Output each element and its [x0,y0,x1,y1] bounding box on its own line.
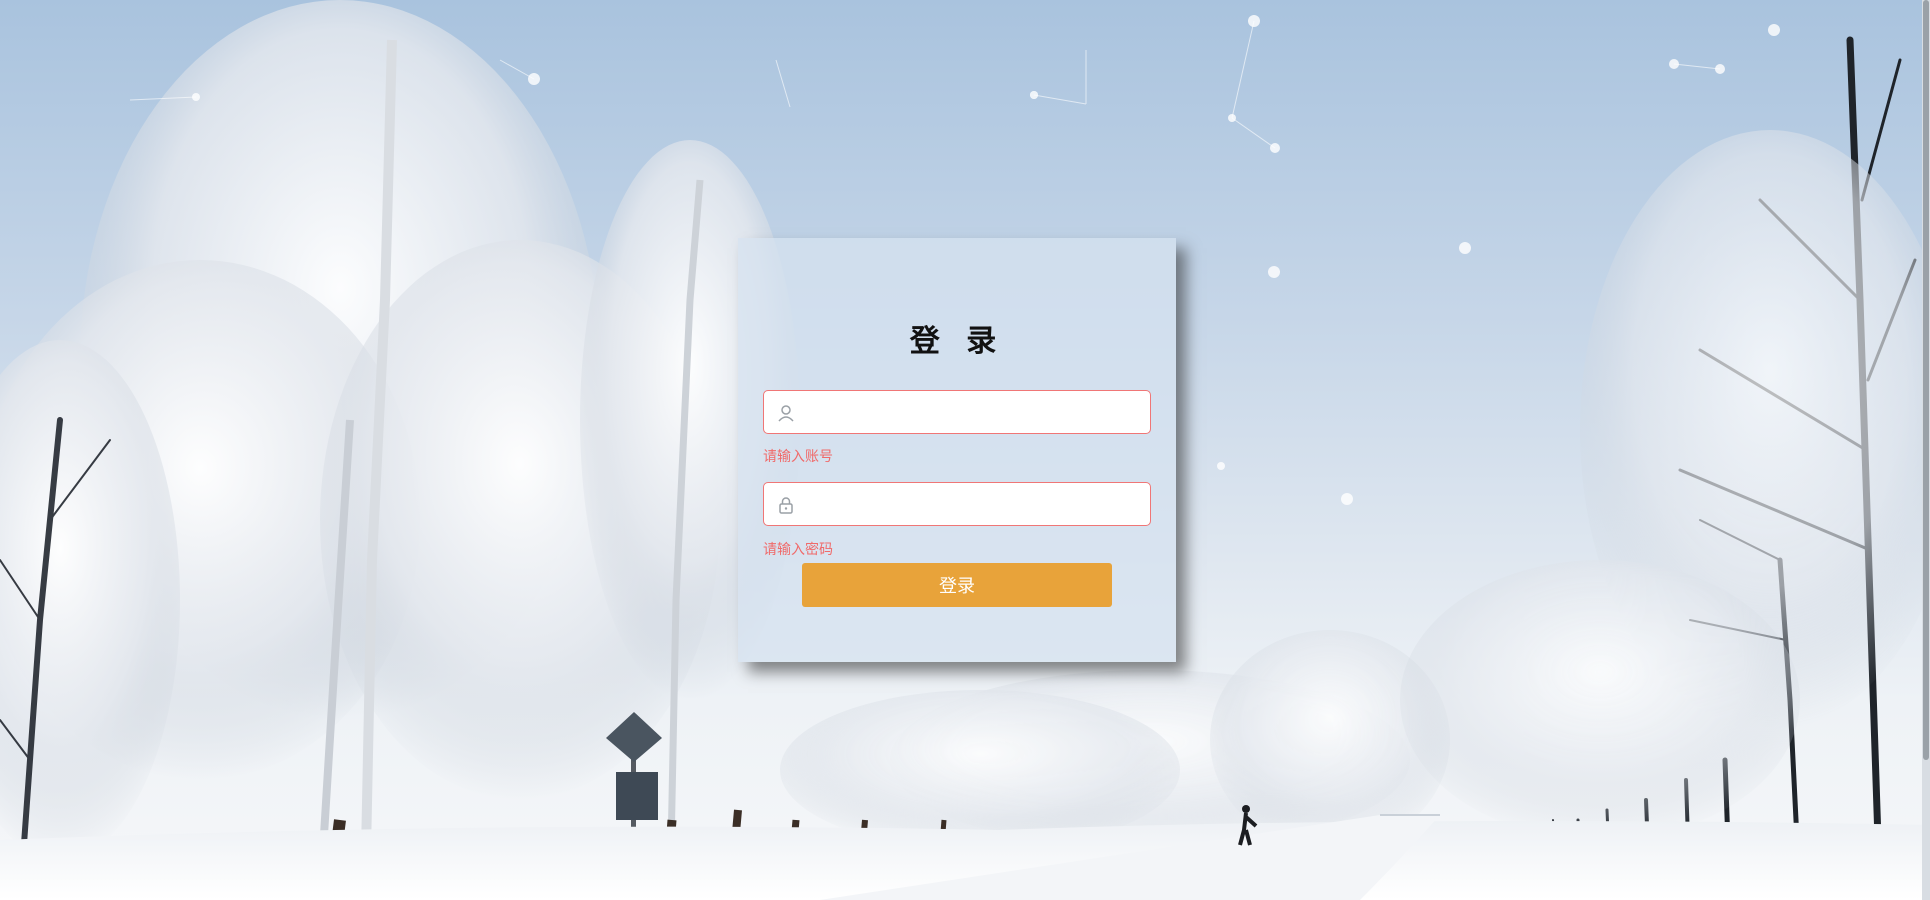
scrollbar-thumb[interactable] [1923,0,1929,760]
password-field[interactable] [763,482,1151,527]
login-title: 登 录 [909,324,1005,359]
page-scrollbar[interactable] [1922,0,1930,900]
username-error-message: 请输入账号 [763,449,833,465]
lock-icon [776,495,796,515]
username-field[interactable] [763,390,1151,435]
login-card: 登 录 请输入账号 请输入密码 登录 [738,238,1176,662]
user-icon [776,403,796,423]
username-input[interactable] [804,391,1148,435]
password-input[interactable] [804,483,1148,527]
login-button[interactable]: 登录 [802,563,1112,607]
password-error-message: 请输入密码 [763,542,833,558]
